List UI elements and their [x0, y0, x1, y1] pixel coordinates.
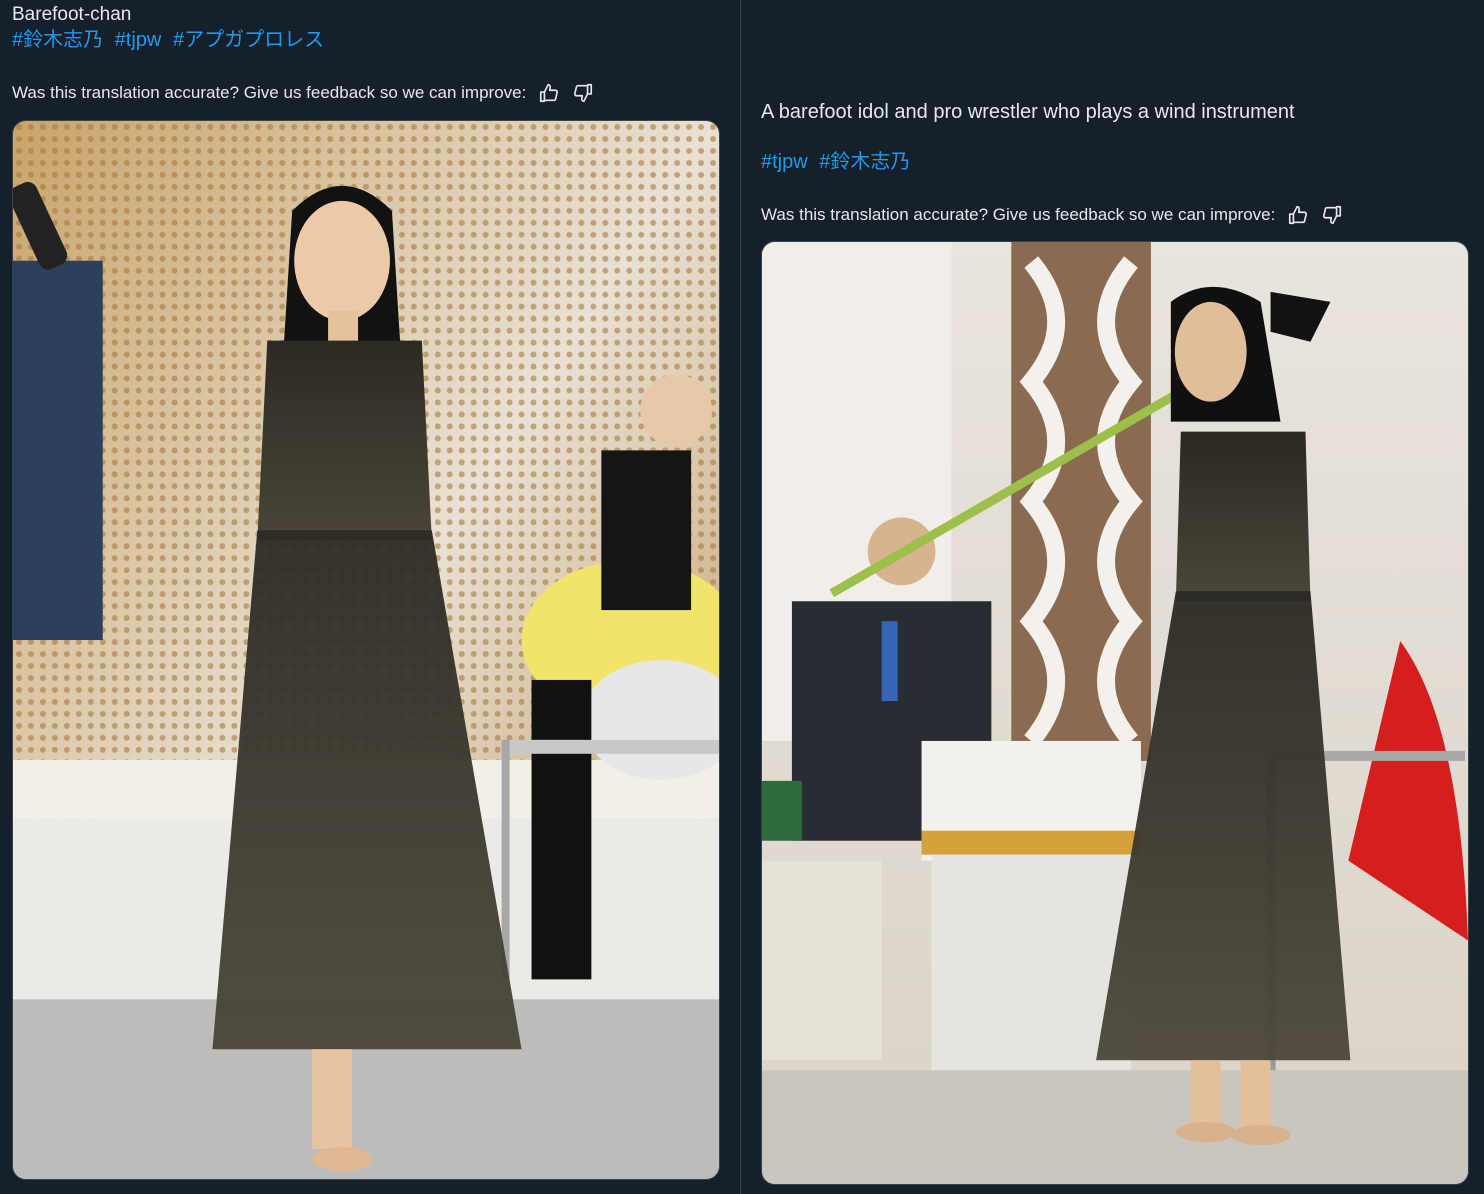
feedback-prompt: Was this translation accurate? Give us f… — [761, 205, 1276, 224]
hashtag-link[interactable]: #アプガプロレス — [173, 29, 324, 51]
timeline: Barefoot-chan #鈴木志乃 #tjpw #アプガプロレス Was t… — [0, 0, 1484, 1194]
thumbs-up-icon[interactable] — [538, 82, 560, 104]
right-post: A barefoot idol and pro wrestler who pla… — [741, 0, 1484, 1194]
feedback-prompt: Was this translation accurate? Give us f… — [12, 83, 527, 102]
hashtag-link[interactable]: #tjpw — [115, 29, 162, 51]
left-post: Barefoot-chan #鈴木志乃 #tjpw #アプガプロレス Was t… — [0, 0, 740, 1194]
hashtag-link[interactable]: #鈴木志乃 — [12, 29, 103, 51]
hashtag-link[interactable]: #tjpw — [761, 151, 808, 173]
translation-feedback: Was this translation accurate? Give us f… — [12, 82, 594, 104]
hashtag-row: #鈴木志乃 #tjpw #アプガプロレス — [12, 27, 324, 53]
photo-illustration — [13, 121, 719, 1179]
post-photo[interactable] — [12, 120, 720, 1180]
hashtag-row: #tjpw #鈴木志乃 — [761, 149, 910, 175]
thumbs-down-icon[interactable] — [572, 82, 594, 104]
post-text: A barefoot idol and pro wrestler who pla… — [761, 101, 1295, 123]
thumbs-down-icon[interactable] — [1321, 204, 1343, 226]
post-photo[interactable] — [761, 241, 1469, 1185]
translation-feedback: Was this translation accurate? Give us f… — [761, 204, 1343, 226]
post-text: Barefoot-chan — [12, 4, 132, 25]
hashtag-link[interactable]: #鈴木志乃 — [819, 151, 910, 173]
photo-illustration — [762, 242, 1468, 1184]
thumbs-up-icon[interactable] — [1287, 204, 1309, 226]
